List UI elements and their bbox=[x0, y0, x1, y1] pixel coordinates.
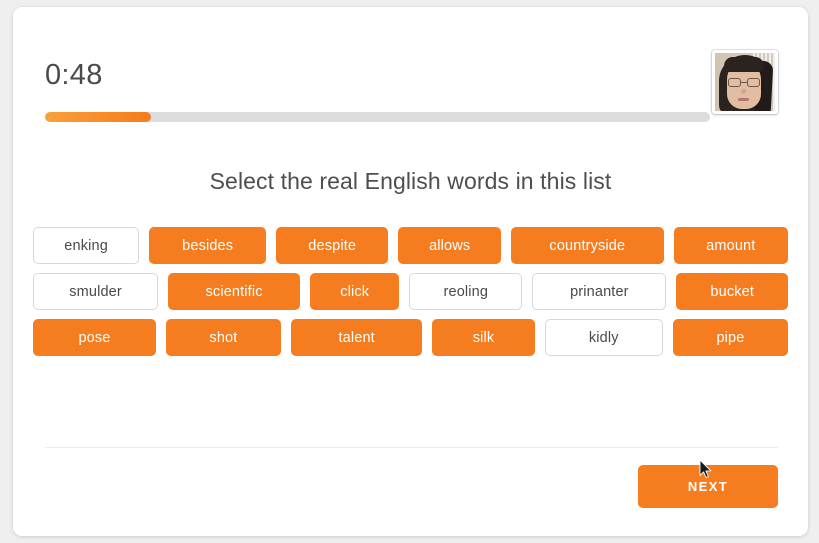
exercise-card: 0:48 Select the real English words in th… bbox=[13, 7, 808, 536]
fringe-shape bbox=[724, 57, 764, 72]
word-option-smulder[interactable]: smulder bbox=[33, 273, 159, 310]
nose-shape bbox=[741, 89, 746, 94]
word-option-allows[interactable]: allows bbox=[398, 227, 502, 264]
word-row: enking besides despite allows countryside amo… bbox=[33, 227, 788, 264]
word-option-pose[interactable]: pose bbox=[33, 319, 156, 356]
countdown-timer: 0:48 bbox=[45, 59, 103, 91]
word-grid: enking besides despite allows countryside amo… bbox=[33, 227, 788, 365]
word-option-prinanter[interactable]: prinanter bbox=[532, 273, 667, 310]
footer-divider bbox=[45, 447, 778, 448]
word-option-pipe[interactable]: pipe bbox=[673, 319, 788, 356]
glasses-icon bbox=[727, 78, 761, 87]
word-option-shot[interactable]: shot bbox=[165, 319, 281, 356]
word-option-besides[interactable]: besides bbox=[149, 227, 267, 264]
progress-bar-track bbox=[45, 112, 710, 122]
word-option-click[interactable]: click bbox=[310, 273, 400, 310]
word-option-kidly[interactable]: kidly bbox=[544, 319, 663, 356]
word-row: smulder scientific click reoling prinanter bu… bbox=[33, 273, 788, 310]
word-row: pose shot talent silk kidly pipe bbox=[33, 319, 788, 356]
next-button[interactable]: NEXT bbox=[638, 465, 778, 508]
word-option-enking[interactable]: enking bbox=[33, 227, 140, 264]
word-option-amount[interactable]: amount bbox=[673, 227, 788, 264]
word-option-reoling[interactable]: reoling bbox=[409, 273, 523, 310]
word-option-countryside[interactable]: countryside bbox=[511, 227, 664, 264]
progress-bar-fill bbox=[45, 112, 152, 122]
word-option-talent[interactable]: talent bbox=[290, 319, 423, 356]
word-option-scientific[interactable]: scientific bbox=[168, 273, 301, 310]
app-screen: 0:48 Select the real English words in th… bbox=[0, 0, 819, 543]
webcam-thumbnail[interactable] bbox=[712, 50, 778, 114]
webcam-background bbox=[715, 53, 775, 111]
mouth-shape bbox=[738, 98, 749, 101]
word-option-despite[interactable]: despite bbox=[276, 227, 389, 264]
word-option-bucket[interactable]: bucket bbox=[676, 273, 788, 310]
question-prompt: Select the real English words in this li… bbox=[209, 168, 612, 194]
word-option-silk[interactable]: silk bbox=[432, 319, 535, 356]
